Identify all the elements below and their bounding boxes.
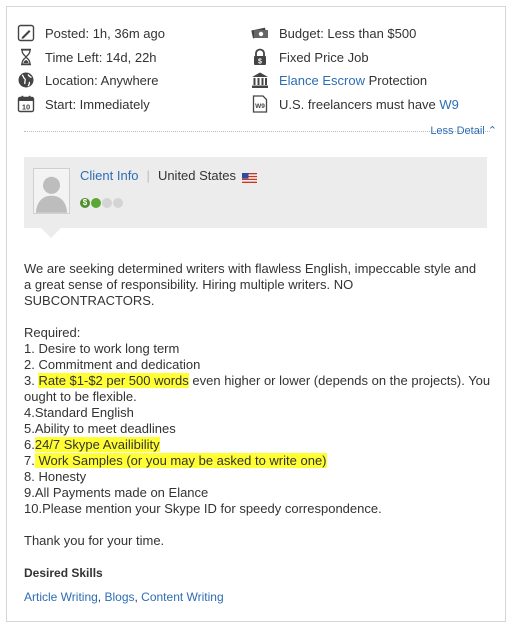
highlighted-samples: Work Samples (or you may be asked to wri…	[34, 453, 327, 468]
requirement-item: ought to be flexible.	[24, 389, 137, 404]
job-type-row: $ Fixed Price Job	[251, 47, 369, 67]
posted-row: Posted: 1h, 36m ago	[17, 23, 165, 43]
client-avatar	[33, 168, 70, 214]
client-box-pointer	[41, 228, 61, 238]
time-left-row: Time Left: 14d, 22h	[17, 47, 157, 67]
meta-divider	[24, 131, 490, 132]
svg-text:W9: W9	[255, 103, 265, 110]
requirement-item: 6.24/7 Skype Availibility	[24, 437, 160, 452]
description-line: We are seeking determined writers with f…	[24, 261, 477, 276]
highlighted-rate: Rate $1-$2 per 500 words	[38, 373, 189, 388]
requirement-item: 9.All Payments made on Elance	[24, 485, 209, 500]
description-line: a great sense of responsibility. Hiring …	[24, 277, 354, 292]
escrow-link[interactable]: Elance Escrow	[279, 73, 365, 88]
client-separator: |	[146, 168, 150, 183]
globe-icon	[17, 71, 35, 89]
highlighted-skype: 24/7 Skype Availibility	[34, 437, 160, 452]
pencil-icon	[17, 24, 35, 42]
client-rating: $	[80, 198, 124, 208]
client-info-link[interactable]: Client Info	[80, 168, 139, 183]
posted-text: Posted: 1h, 36m ago	[45, 25, 165, 41]
desired-skills-heading: Desired Skills	[24, 566, 103, 580]
w9-prefix: U.S. freelancers must have	[279, 96, 440, 112]
start-text: Start: Immediately	[45, 96, 150, 112]
requirement-item: 8. Honesty	[24, 469, 87, 484]
rating-dot-empty	[102, 198, 112, 208]
skill-link-blogs[interactable]: Blogs	[104, 590, 134, 604]
location-row: Location: Anywhere	[17, 70, 158, 90]
requirement-item: 1. Desire to work long term	[24, 341, 180, 356]
requirement-item: 4.Standard English	[24, 405, 134, 420]
job-type-text: Fixed Price Job	[279, 49, 369, 65]
requirement-item: 5.Ability to meet deadlines	[24, 421, 176, 436]
payment-verified-icon: $	[80, 198, 90, 208]
time-left-text: Time Left: 14d, 22h	[45, 49, 157, 65]
requirement-item: 7. Work Samples (or you may be asked to …	[24, 453, 327, 468]
escrow-row: Elance Escrow Protection	[251, 70, 427, 90]
requirement-item: 2. Commitment and dedication	[24, 357, 201, 372]
requirement-item: 3. Rate $1-$2 per 500 words even higher …	[24, 373, 491, 388]
job-description: We are seeking determined writers with f…	[24, 261, 494, 549]
rating-dot-empty	[113, 198, 123, 208]
start-row: 10 Start: Immediately	[17, 94, 150, 114]
calendar-icon: 10	[17, 95, 35, 113]
w9-row: W9 U.S. freelancers must have W9	[251, 94, 459, 114]
rating-dot-filled	[91, 198, 101, 208]
budget-text: Budget: Less than $500	[279, 25, 417, 41]
skill-link-content-writing[interactable]: Content Writing	[141, 590, 223, 604]
hourglass-icon	[17, 48, 35, 66]
client-info-box: Client Info | United States $	[24, 157, 487, 228]
escrow-suffix: Protection	[364, 72, 428, 88]
description-line: SUBCONTRACTORS.	[24, 293, 155, 308]
location-text: Location: Anywhere	[45, 72, 159, 88]
svg-text:$: $	[258, 58, 262, 65]
us-flag-icon	[241, 171, 257, 183]
less-detail-toggle[interactable]: Less Detail ⌃	[430, 124, 497, 137]
bank-icon	[251, 71, 269, 89]
svg-text:10: 10	[22, 103, 30, 112]
skill-link-article-writing[interactable]: Article Writing	[24, 590, 98, 604]
thanks-text: Thank you for your time.	[24, 533, 165, 548]
w9-link[interactable]: W9	[439, 97, 459, 112]
requirement-item: 10.Please mention your Skype ID for spee…	[24, 501, 382, 516]
money-icon	[251, 24, 269, 42]
budget-row: Budget: Less than $500	[251, 23, 416, 43]
client-country: United States	[157, 168, 236, 183]
client-line: Client Info | United States	[80, 168, 257, 183]
w9-document-icon: W9	[251, 95, 269, 113]
desired-skills-list: Article Writing, Blogs, Content Writing	[24, 590, 224, 604]
required-heading: Required:	[24, 325, 81, 340]
lock-icon: $	[251, 48, 269, 66]
